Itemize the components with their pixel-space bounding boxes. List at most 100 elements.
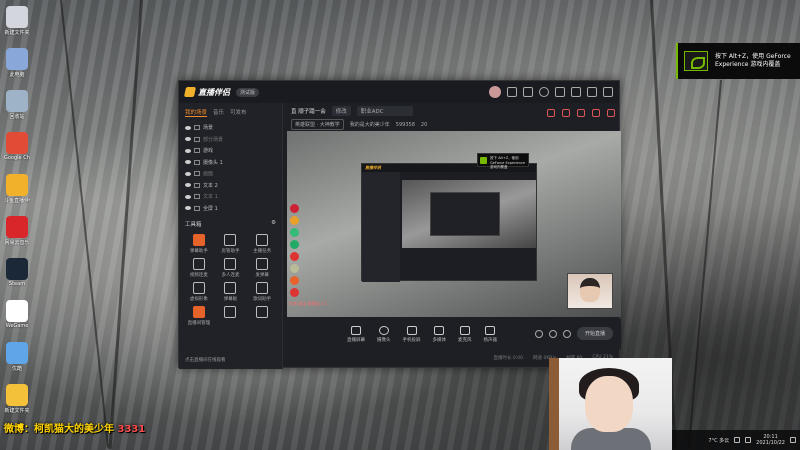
visibility-eye-icon[interactable] [185,125,191,130]
fans-count: 20 [420,121,428,128]
settings-icon[interactable] [539,87,549,97]
bottom-tool-label: 扬声器 [483,337,498,343]
volume-icon[interactable] [745,437,752,443]
tool-button[interactable] [215,306,247,326]
more-icon[interactable] [607,109,615,117]
left-footer-link[interactable]: 点击直播间在线观看 [185,357,226,363]
nvidia-notification[interactable]: 按下 Alt+Z，使用 GeForce Experience 游戏内覆盖 [676,43,800,79]
desktop-icon-label: Steam [8,281,26,287]
desktop-icon[interactable]: 新建文件夹 [4,6,30,36]
scene-item[interactable]: 部分场景 [185,134,276,146]
scene-label: 摄像头 1 [203,159,223,166]
scene-item[interactable]: 游戏 [185,145,276,157]
message-icon[interactable] [507,87,517,97]
gift-icon[interactable] [523,87,533,97]
tool-button[interactable]: 发弹幕 [246,258,278,278]
maximize-icon[interactable] [587,87,597,97]
desktop-icon[interactable]: 新建文件夹 [4,384,30,414]
room-icon[interactable] [562,109,570,117]
edit-title-button[interactable]: 修改 [331,106,351,116]
tool-button[interactable]: 房管助手 [215,234,247,254]
tool-button[interactable] [246,306,278,326]
banner-text: 微博：柯凯猫大的美少年 [4,424,114,435]
start-stream-button[interactable]: 开始直播 [576,327,613,340]
bottom-tool-icon [351,325,361,335]
visibility-eye-icon[interactable] [185,137,191,142]
tool-label: 弹幕板 [223,297,238,302]
visibility-eye-icon[interactable] [185,160,191,165]
tools-header: 工具箱 ⚙ [179,216,282,232]
category-tag[interactable]: 英雄联盟 · 大神教学 [291,119,344,130]
user-avatar[interactable] [489,86,501,98]
record-icon[interactable] [534,329,543,338]
scene-item[interactable]: 画面 [185,168,276,180]
tab-scenes[interactable]: 我的场景 [185,108,208,117]
tool-button[interactable]: 视频连麦 [183,258,215,278]
gear-icon[interactable] [562,329,571,338]
tool-label: 直播间管理 [187,321,211,326]
notification-icon[interactable] [790,437,796,443]
bottom-tool-button[interactable]: 摄像头 [377,325,391,343]
scene-item[interactable]: 文本 1 [185,191,276,203]
desktop-icon[interactable]: 回收站 [4,90,30,120]
tool-icon [192,306,205,318]
tool-button[interactable]: 弹幕板 [215,282,247,302]
tab-music[interactable]: 音乐 [213,108,224,117]
activity-icon[interactable] [577,109,585,117]
tool-label: 歌词助手 [253,297,272,302]
bottom-tool-button[interactable]: 直播屏幕 [347,325,365,343]
visibility-eye-icon[interactable] [185,148,191,153]
scene-item[interactable]: 场景 [185,122,276,134]
share-icon[interactable] [547,109,555,117]
clock[interactable]: 20:11 2021/10/22 [756,434,785,446]
visibility-eye-icon[interactable] [185,171,191,176]
desktop-icon[interactable]: WeGame [4,300,30,329]
tool-label: 房管助手 [221,249,240,254]
bottom-toolbar: 直播屏幕 摄像头 手机投屏 多媒体 麦克风 扬声器 开始直播 [287,319,621,349]
tool-button[interactable]: 多人连麦 [215,258,247,278]
desktop-icon[interactable]: 优酷 [4,342,30,372]
tool-button[interactable]: 弹幕助手 [183,234,215,254]
tab-publish[interactable]: 可发布 [230,108,247,117]
visibility-eye-icon[interactable] [185,183,191,188]
category-select[interactable]: 职业ADC [356,106,413,116]
stream-preview[interactable]: 直播伴侣 按下 Alt+Z，使用 GeForce Experience 游戏内覆… [287,131,621,317]
scene-item[interactable]: 摄像头 1 [185,157,276,169]
network-icon[interactable] [734,437,741,443]
bottom-tool-button[interactable]: 麦克风 [458,325,472,343]
tool-button[interactable]: 主播任务 [246,234,278,254]
bottom-tool-button[interactable]: 多媒体 [433,325,446,343]
menu-icon[interactable] [555,87,565,97]
bell-icon[interactable] [592,109,600,117]
source-icon [194,171,200,177]
bottom-tool-icon [378,325,389,335]
desktop-icon[interactable]: 网易云音乐 [4,216,30,246]
desktop-icon-label: 回收站 [9,114,25,120]
desktop-icon[interactable]: Google Chrome [4,132,30,161]
tool-icon [224,258,237,270]
minimize-icon[interactable] [571,87,581,97]
left-tabs: 我的场景 音乐 可发布 [179,103,282,120]
weather-text[interactable]: 7°C 多云 [708,437,729,444]
version-badge[interactable]: 测试版 [236,87,260,97]
eye-icon[interactable] [548,329,557,338]
scene-label: 场景 [203,125,214,132]
desktop-icon[interactable]: 斗鱼直播伴侣 [4,174,30,204]
tool-button[interactable]: 歌词助手 [246,282,278,302]
tool-button[interactable]: 虚拟形象 [183,282,215,302]
scene-item[interactable]: 文本 2 [185,180,276,192]
bottom-tool-button[interactable]: 扬声器 [483,325,498,343]
desktop-icon[interactable]: 此电脑 [4,48,30,78]
desktop-icon[interactable]: Steam [4,258,30,287]
bottom-tool-button[interactable]: 手机投屏 [403,325,421,343]
visibility-eye-icon[interactable] [185,206,191,211]
tools-grid: 弹幕助手 房管助手 主播任务视频连麦 多人连麦 发弹幕虚拟形象 弹幕板 歌词助手直播间管理 [179,232,282,328]
tool-button[interactable]: 直播间管理 [183,306,215,326]
app-name: 直播伴侣 [198,87,230,97]
tools-settings-icon[interactable]: ⚙ [271,220,276,228]
source-icon [194,194,200,200]
visibility-eye-icon[interactable] [185,194,191,199]
scene-item[interactable]: 全屏 1 [185,203,276,215]
tool-icon [224,234,237,246]
close-icon[interactable] [603,87,613,97]
